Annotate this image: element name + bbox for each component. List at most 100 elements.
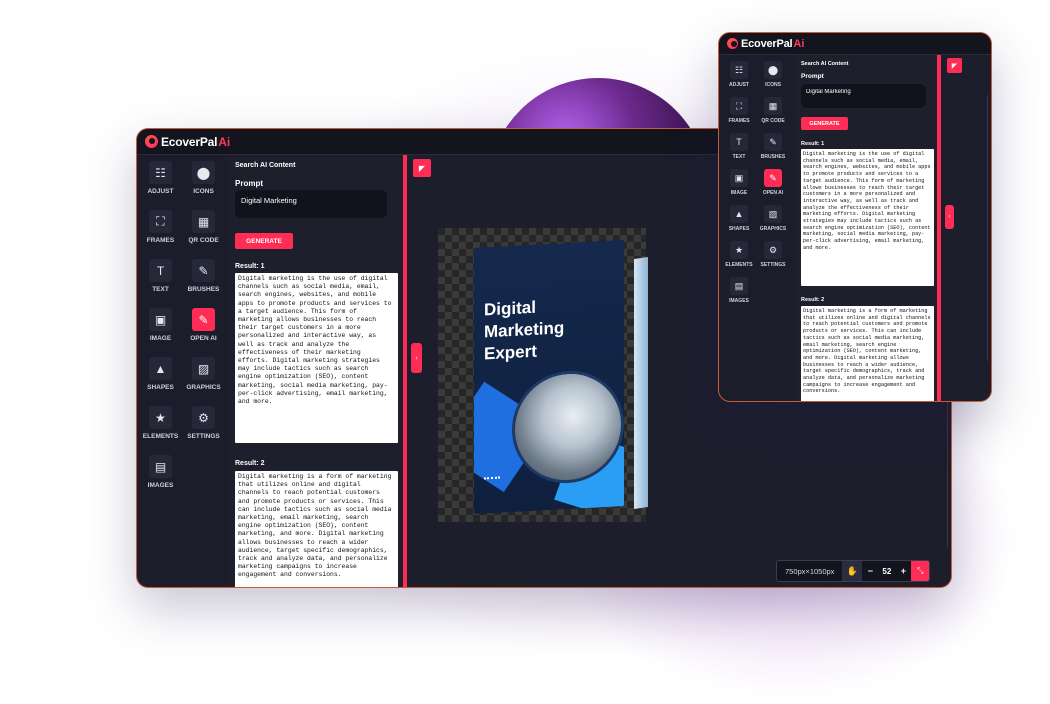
tool-label: SHAPES xyxy=(728,226,750,232)
gear-icon: ⚙ xyxy=(764,241,782,259)
tool-shapes[interactable]: ▲ SHAPES xyxy=(722,205,756,238)
collapse-panel-chevron-icon[interactable]: ‹ xyxy=(411,343,422,373)
tool-label: GRAPHICS xyxy=(759,226,787,232)
star-icon: ★ xyxy=(730,241,748,259)
canvas-statusbar: 750px×1050px ✋ − 52 + ⤡ xyxy=(776,560,931,582)
tool-brushes[interactable]: ✎ BRUSHES xyxy=(756,133,790,166)
ai-content-panel: Search AI Content Prompt GENERATE Result… xyxy=(227,155,403,587)
tool-label: TEXT xyxy=(152,286,169,293)
shapes-icon: ▲ xyxy=(730,205,748,223)
tool-elements[interactable]: ★ ELEMENTS xyxy=(139,406,182,449)
tool-frames[interactable]: ⛶ FRAMES xyxy=(139,210,182,253)
text-icon: T xyxy=(149,259,172,282)
tool-graphics[interactable]: ▨ GRAPHICS xyxy=(756,205,790,238)
result-1-text[interactable]: Digital marketing is the use of digital … xyxy=(801,149,934,286)
tool-label: QR CODE xyxy=(188,237,219,244)
tool-label: SETTINGS xyxy=(760,262,786,268)
fit-screen-icon[interactable]: ⤡ xyxy=(911,561,930,581)
prompt-input[interactable] xyxy=(235,190,387,218)
tool-label: ADJUST xyxy=(147,188,174,195)
qr-code-icon: ▦ xyxy=(764,97,782,115)
tool-qr-code[interactable]: ▦ QR CODE xyxy=(756,97,790,130)
tool-images[interactable]: ▤ IMAGES xyxy=(139,455,182,498)
pin-icon[interactable]: ◤ xyxy=(413,159,431,177)
zoom-out-button[interactable]: − xyxy=(862,561,878,581)
tool-label: IMAGE xyxy=(730,190,748,196)
tool-label: IMAGES xyxy=(147,482,174,489)
logo-text: EcoverPal xyxy=(161,134,218,149)
tool-label: ELEMENTS xyxy=(142,433,179,440)
tool-adjust[interactable]: ☷ ADJUST xyxy=(139,161,182,204)
tool-label: ADJUST xyxy=(728,82,749,88)
tool-elements[interactable]: ★ ELEMENTS xyxy=(722,241,756,274)
book-spine xyxy=(634,257,648,509)
logo-text: EcoverPal xyxy=(741,37,793,50)
logo-icon xyxy=(145,135,158,148)
text-icon: T xyxy=(730,133,748,151)
book-mockup[interactable]: Digital Marketing Expert xyxy=(474,240,648,514)
images-icon: ▤ xyxy=(149,455,172,478)
result-1-text[interactable]: Digital marketing is the use of digital … xyxy=(235,273,398,443)
tool-image[interactable]: ▣ IMAGE xyxy=(722,169,756,202)
book-cover: Digital Marketing Expert xyxy=(474,240,624,514)
zoom-level: 52 xyxy=(882,566,892,576)
tool-shapes[interactable]: ▲ SHAPES xyxy=(139,357,182,400)
panel-accent-bar xyxy=(403,155,407,587)
result-2-text[interactable]: Digital marketing is a form of marketing… xyxy=(801,306,934,401)
tool-icons[interactable]: ⬤ ICONS xyxy=(182,161,225,204)
brush-icon: ✎ xyxy=(764,133,782,151)
title-bar: EcoverPal Ai xyxy=(719,33,991,55)
result-2-text[interactable]: Digital marketing is a form of marketing… xyxy=(235,471,398,587)
tool-label: QR CODE xyxy=(761,118,785,124)
tool-image[interactable]: ▣ IMAGE xyxy=(139,308,182,351)
zoom-in-button[interactable]: + xyxy=(895,561,911,581)
tool-settings[interactable]: ⚙ SETTINGS xyxy=(756,241,790,274)
prompt-label: Prompt xyxy=(235,179,263,188)
images-icon: ▤ xyxy=(730,277,748,295)
tool-text[interactable]: T TEXT xyxy=(139,259,182,302)
tools-sidebar: ☷ ADJUST ⬤ ICONS ⛶ FRAMES ▦ QR CODE T TEXT ✎ BRUSHE… xyxy=(139,161,225,498)
tool-frames[interactable]: ⛶ FRAMES xyxy=(722,97,756,130)
star-icon: ★ xyxy=(149,406,172,429)
logo-ai-text: Ai xyxy=(218,134,231,149)
generate-button[interactable]: GENERATE xyxy=(235,233,293,249)
pin-icon[interactable]: ◤ xyxy=(947,58,962,73)
qr-code-icon: ▦ xyxy=(192,210,215,233)
tool-graphics[interactable]: ▨ GRAPHICS xyxy=(182,357,225,400)
tool-open-ai[interactable]: ✎ OPEN AI xyxy=(182,308,225,351)
graphics-icon: ▨ xyxy=(192,357,215,380)
tool-open-ai[interactable]: ✎ OPEN AI xyxy=(756,169,790,202)
tool-qr-code[interactable]: ▦ QR CODE xyxy=(182,210,225,253)
tool-label: SETTINGS xyxy=(187,433,220,440)
tool-icons[interactable]: ⬤ ICONS xyxy=(756,61,790,94)
sliders-icon: ☷ xyxy=(730,61,748,79)
tool-adjust[interactable]: ☷ ADJUST xyxy=(722,61,756,94)
tool-settings[interactable]: ⚙ SETTINGS xyxy=(182,406,225,449)
tool-label: IMAGES xyxy=(729,298,749,304)
cover-zigzag xyxy=(484,476,500,482)
pencil-icon: ✎ xyxy=(192,308,215,331)
tool-label: SHAPES xyxy=(147,384,174,391)
ai-content-panel: Search AI Content Prompt GENERATE Result… xyxy=(794,55,937,401)
tool-label: OPEN AI xyxy=(190,335,217,342)
tool-brushes[interactable]: ✎ BRUSHES xyxy=(182,259,225,302)
panel-accent-bar xyxy=(937,55,941,401)
shapes-icon: ▲ xyxy=(149,357,172,380)
collapse-panel-chevron-icon[interactable]: ‹ xyxy=(945,205,954,229)
hand-icon[interactable]: ✋ xyxy=(842,561,863,581)
canvas-dimensions: 750px×1050px xyxy=(785,566,835,576)
brush-icon: ✎ xyxy=(192,259,215,282)
tool-label: ELEMENTS xyxy=(725,262,753,268)
preview-editor-window: EcoverPal Ai ☷ ADJUST ⬤ ICONS ⛶ FRAMES ▦ QR COD… xyxy=(718,32,992,402)
generate-button[interactable]: GENERATE xyxy=(801,117,848,130)
tool-label: OPEN AI xyxy=(762,190,784,196)
tool-label: GRAPHICS xyxy=(186,384,221,391)
tool-text[interactable]: T TEXT xyxy=(722,133,756,166)
logo-ai-text: Ai xyxy=(793,37,805,50)
tool-images[interactable]: ▤ IMAGES xyxy=(722,277,756,310)
sliders-icon: ☷ xyxy=(149,161,172,184)
graphics-icon: ▨ xyxy=(764,205,782,223)
tools-sidebar: ☷ ADJUST ⬤ ICONS ⛶ FRAMES ▦ QR CODE T TEXT ✎ BRUSHE… xyxy=(722,61,790,310)
prompt-input[interactable] xyxy=(801,84,926,108)
book-title: Digital Marketing Expert xyxy=(484,297,565,364)
